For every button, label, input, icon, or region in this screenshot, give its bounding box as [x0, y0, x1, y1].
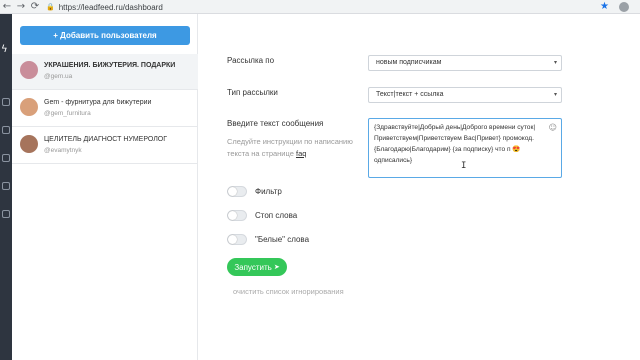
- avatar: [20, 135, 38, 153]
- stopwords-toggle-row[interactable]: Стоп слова: [227, 210, 297, 221]
- account-item[interactable]: УКРАШЕНИЯ. БИЖУТЕРИЯ. ПОДАРКИ @gem.ua: [12, 54, 198, 90]
- stopwords-toggle[interactable]: [227, 210, 247, 221]
- avatar: [20, 61, 38, 79]
- message-text: {Здравствуйте|Добрый день|Доброго времен…: [374, 124, 536, 164]
- filter-toggle-row[interactable]: Фильтр: [227, 186, 282, 197]
- whitewords-toggle-row[interactable]: "Белые" слова: [227, 234, 309, 245]
- mailing-label: Рассылка по: [227, 56, 275, 65]
- account-handle: @gem_furnitura: [44, 110, 91, 117]
- nav-icon-5[interactable]: [2, 210, 10, 218]
- lightning-icon[interactable]: ϟ: [1, 44, 8, 55]
- filter-toggle[interactable]: [227, 186, 247, 197]
- mailing-select[interactable]: новым подписчикам ▾: [368, 55, 562, 71]
- text-cursor-icon: I: [461, 161, 467, 171]
- stopwords-label: Стоп слова: [255, 211, 298, 220]
- whitewords-label: "Белые" слова: [255, 235, 310, 244]
- clear-ignore-list-link[interactable]: очистить список игнорирования: [233, 287, 344, 296]
- reload-icon[interactable]: ⟳: [28, 0, 42, 14]
- profile-avatar[interactable]: [619, 2, 629, 12]
- url-text: https://leadfeed.ru/dashboard: [58, 2, 163, 12]
- app-nav-rail: ϟ: [0, 14, 12, 360]
- account-item[interactable]: ЦЕЛИТЕЛЬ ДИАГНОСТ НУМЕРОЛОГ @evamytnyk: [12, 128, 198, 164]
- message-hint: Следуйте инструкции по написанию текста …: [227, 136, 355, 160]
- account-item[interactable]: Gem - фурнитура для бижутерии @gem_furni…: [12, 91, 198, 127]
- address-bar[interactable]: 🔒 https://leadfeed.ru/dashboard: [46, 1, 616, 13]
- filter-label: Фильтр: [255, 187, 282, 196]
- accounts-sidebar: + Добавить пользователя УКРАШЕНИЯ. БИЖУТ…: [12, 14, 198, 360]
- whitewords-toggle[interactable]: [227, 234, 247, 245]
- nav-icon-1[interactable]: [2, 98, 10, 106]
- account-name: УКРАШЕНИЯ. БИЖУТЕРИЯ. ПОДАРКИ: [44, 62, 176, 69]
- nav-icon-2[interactable]: [2, 126, 10, 134]
- mailing-select-value: новым подписчикам: [376, 59, 442, 66]
- chevron-down-icon: ▾: [553, 91, 557, 98]
- lock-icon: 🔒: [46, 3, 55, 11]
- bookmark-star-icon[interactable]: ★: [600, 0, 609, 14]
- forward-icon[interactable]: →: [14, 0, 28, 14]
- nav-icon-4[interactable]: [2, 182, 10, 190]
- avatar: [20, 98, 38, 116]
- mailing-form: Рассылка по новым подписчикам ▾ Тип расс…: [199, 14, 640, 360]
- back-icon[interactable]: ←: [0, 0, 14, 14]
- faq-link[interactable]: faq: [296, 149, 306, 158]
- hint-text: Следуйте инструкции по написанию текста …: [227, 137, 353, 158]
- chevron-down-icon: ▾: [553, 59, 557, 66]
- add-user-button[interactable]: + Добавить пользователя: [20, 26, 190, 45]
- account-name: Gem - фурнитура для бижутерии: [44, 99, 152, 106]
- type-select-value: Текст|текст + ссылка: [376, 91, 444, 98]
- nav-icon-3[interactable]: [2, 154, 10, 162]
- type-select[interactable]: Текст|текст + ссылка ▾: [368, 87, 562, 103]
- message-label: Введите текст сообщения: [227, 119, 324, 128]
- run-label: Запустить: [234, 262, 272, 272]
- emoji-icon[interactable]: ☺: [549, 122, 557, 133]
- send-icon: ➤: [273, 263, 280, 271]
- account-handle: @evamytnyk: [44, 147, 82, 154]
- type-label: Тип рассылки: [227, 88, 278, 97]
- run-button[interactable]: Запустить ➤: [227, 258, 287, 276]
- account-handle: @gem.ua: [44, 73, 73, 80]
- browser-toolbar: ← → ⟳ 🔒 https://leadfeed.ru/dashboard ★: [0, 0, 640, 14]
- account-name: ЦЕЛИТЕЛЬ ДИАГНОСТ НУМЕРОЛОГ: [44, 136, 168, 143]
